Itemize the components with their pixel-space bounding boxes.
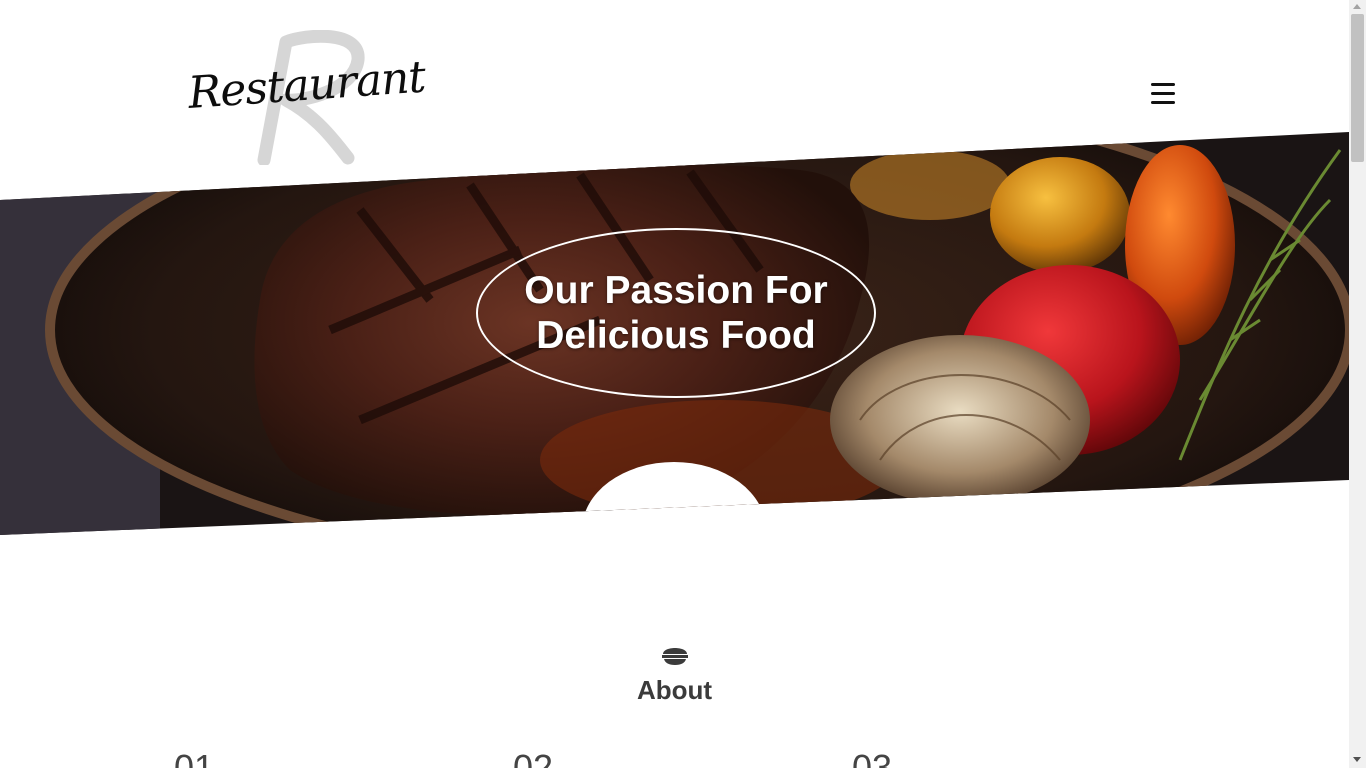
about-title: About <box>636 675 713 705</box>
step-number: 01 <box>174 747 215 768</box>
scroll-down-arrow-icon[interactable] <box>1353 757 1361 762</box>
header: Restaurant <box>0 0 1349 190</box>
scroll-thumb[interactable] <box>1351 14 1364 162</box>
vertical-scrollbar[interactable] <box>1349 0 1366 768</box>
hero-title-badge: Our Passion For Delicious Food <box>476 228 876 398</box>
about-steps: 01 02 03 <box>0 748 1349 768</box>
step-number: 03 <box>852 747 893 768</box>
step-number: 02 <box>513 747 554 768</box>
logo[interactable]: Restaurant <box>186 30 427 165</box>
hamburger-icon <box>1148 83 1178 104</box>
menu-button[interactable] <box>1148 80 1178 108</box>
about-section: About <box>0 640 1349 706</box>
food-bowl-icon <box>661 648 688 665</box>
page: Our Passion For Delicious Food Restauran… <box>0 0 1349 768</box>
scroll-up-arrow-icon[interactable] <box>1353 4 1361 9</box>
hero-title: Our Passion For Delicious Food <box>524 269 828 357</box>
